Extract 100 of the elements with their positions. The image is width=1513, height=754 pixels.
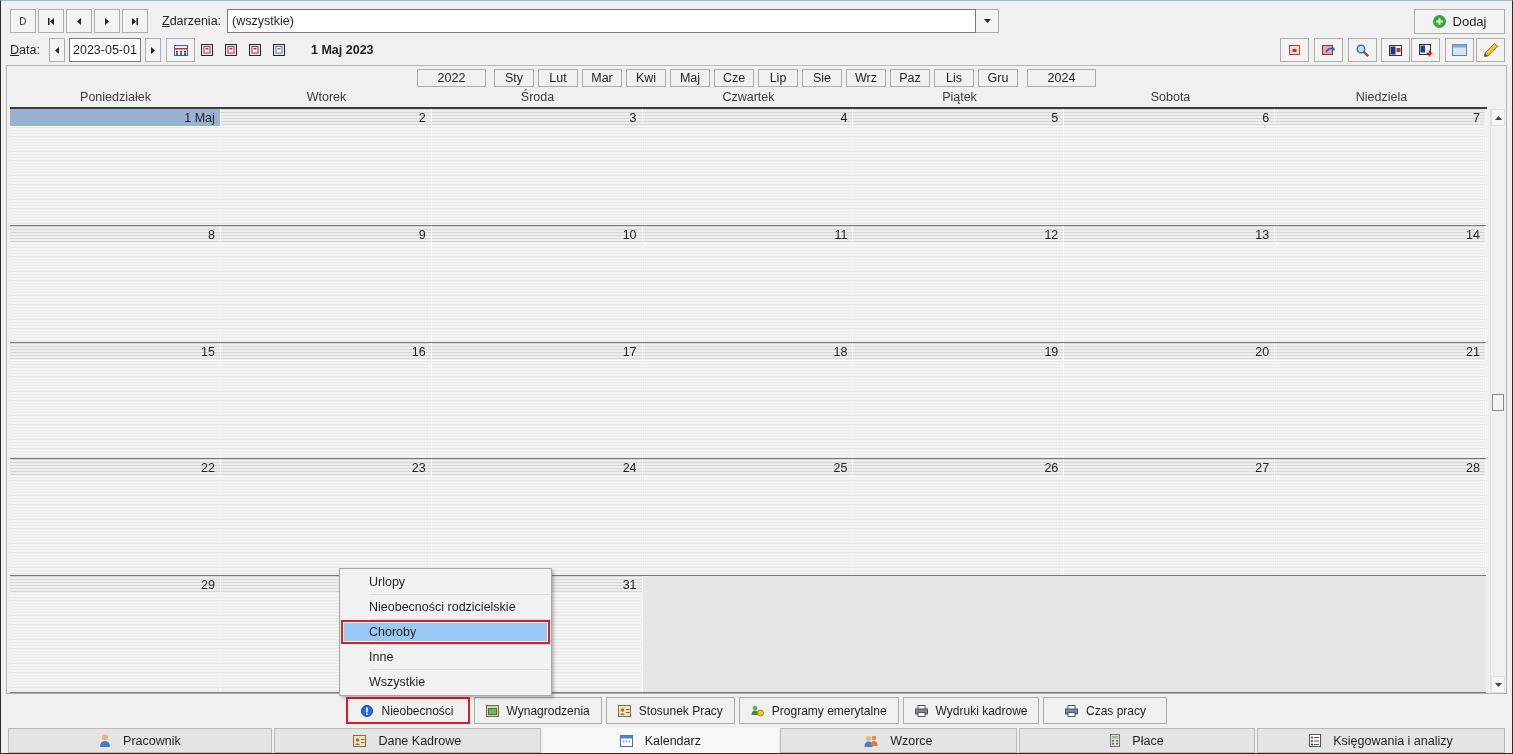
menu-item[interactable]: Choroby (341, 620, 550, 644)
day-cell[interactable]: 28 (1275, 459, 1486, 576)
events-combo[interactable]: (wszystkie) (227, 9, 976, 33)
d-shape-icon (20, 17, 26, 25)
month-button[interactable]: Lip (758, 69, 798, 87)
sub-tab[interactable]: Nieobecności (345, 697, 470, 724)
month-button[interactable]: Sty (494, 69, 534, 87)
main-tab[interactable]: Płace (1018, 728, 1255, 753)
calendar-page-icon (273, 44, 285, 56)
day-cell[interactable]: 14 (1275, 225, 1486, 342)
day-header: 28 (1275, 459, 1485, 478)
year-button[interactable]: 2022 (417, 69, 486, 87)
month-button[interactable]: Cze (714, 69, 754, 87)
month-button[interactable]: Wrz (846, 69, 886, 87)
caret-down-icon (1494, 682, 1502, 687)
day-cell[interactable]: 26 (853, 459, 1065, 576)
day-cell[interactable]: 4 (642, 109, 854, 225)
day-cell[interactable]: 10 (431, 225, 643, 342)
weekday-label: Poniedziałek (80, 90, 151, 104)
day-cell[interactable]: 12 (853, 225, 1065, 342)
calendar-icon (173, 44, 188, 56)
day-cell[interactable]: 25 (642, 459, 854, 576)
day-cell[interactable]: 17 (431, 342, 643, 459)
month-button[interactable]: Sie (802, 69, 842, 87)
calendar-icon (619, 734, 633, 747)
day-cell[interactable]: 21 (1275, 342, 1486, 459)
menu-item[interactable]: Inne (341, 645, 550, 669)
main-tab[interactable]: Pracownik (8, 728, 272, 753)
day-cell[interactable]: 23 (220, 459, 432, 576)
day-cell[interactable]: 9 (220, 225, 432, 342)
caret-right-icon (105, 17, 109, 25)
day-header: 4 (642, 109, 853, 127)
month-button[interactable]: Mar (582, 69, 622, 87)
month-button[interactable]: Maj (670, 69, 710, 87)
menu-item[interactable]: Nieobecności rodzicielskie (341, 595, 550, 619)
sub-tab[interactable]: Czas pracy (1043, 697, 1168, 724)
scrollbar-thumb[interactable] (1492, 393, 1504, 411)
main-tab[interactable]: Wzorce (779, 728, 1017, 753)
person-icon (99, 734, 112, 747)
day-cell[interactable]: 29 (10, 576, 221, 692)
toolbar-button[interactable] (1411, 38, 1440, 62)
date-field[interactable]: 2023-05-01 (69, 38, 141, 62)
caret-down-icon (983, 19, 991, 23)
month-button[interactable]: Lut (538, 69, 578, 87)
day-cell[interactable]: 20 (1064, 342, 1276, 459)
year-button[interactable]: 2024 (1027, 69, 1096, 87)
toolbar-button[interactable] (1314, 38, 1343, 62)
day-cell[interactable]: 8 (10, 225, 221, 342)
toolbar-button[interactable] (1381, 38, 1410, 62)
plus-circle-icon (1432, 14, 1446, 28)
sub-tab[interactable]: Programy emerytalne (738, 697, 899, 724)
main-tab[interactable]: Dane Kadrowe (273, 728, 541, 753)
day-cell[interactable]: 7 (1275, 109, 1486, 225)
day-cell[interactable]: 27 (1064, 459, 1276, 576)
day-cell[interactable]: 16 (220, 342, 432, 459)
menu-item[interactable]: Wszystkie (341, 670, 550, 694)
day-header: 25 (642, 459, 853, 478)
month-button[interactable]: Paz (890, 69, 930, 87)
day-cell[interactable]: 1 Maj (10, 109, 221, 225)
scroll-down-button[interactable] (1491, 676, 1505, 693)
previous-day-button[interactable] (49, 38, 65, 62)
sub-tab[interactable]: Wydruki kadrowe (902, 697, 1040, 724)
caret-up-icon (1494, 115, 1502, 120)
main-tab[interactable]: Księgowania i analizy (1257, 728, 1505, 753)
day-cell[interactable]: 11 (642, 225, 854, 342)
skip-end-icon (132, 17, 138, 25)
day-header: 22 (10, 459, 220, 478)
dropdown-button[interactable] (976, 9, 999, 33)
add-button[interactable]: Dodaj (1414, 8, 1505, 34)
first-button[interactable] (38, 9, 64, 33)
day-cell[interactable]: 13 (1064, 225, 1276, 342)
play-button[interactable] (10, 9, 36, 33)
month-button[interactable]: Lis (934, 69, 974, 87)
previous-button[interactable] (66, 9, 92, 33)
next-day-button[interactable] (145, 38, 161, 62)
scrollbar[interactable] (1490, 109, 1505, 693)
day-cell[interactable]: 5 (853, 109, 1065, 225)
sub-tab[interactable]: Wynagrodzenia (473, 697, 602, 724)
card-icon (1389, 44, 1402, 56)
day-cell[interactable]: 24 (431, 459, 643, 576)
calendar-button[interactable] (166, 38, 195, 62)
day-cell[interactable]: 19 (853, 342, 1065, 459)
day-cell[interactable]: 2 (220, 109, 432, 225)
month-button[interactable]: Kwi (626, 69, 666, 87)
main-tab[interactable]: Kalendarz (542, 728, 778, 753)
day-cell[interactable]: 3 (431, 109, 643, 225)
sub-tab[interactable]: Stosunek Pracy (605, 697, 735, 724)
day-header: 1 Maj (10, 109, 220, 127)
day-cell[interactable]: 22 (10, 459, 221, 576)
weekday-label: Sobota (1150, 90, 1191, 104)
caret-left-icon (55, 46, 59, 54)
scroll-up-button[interactable] (1491, 109, 1505, 126)
day-cell[interactable]: 15 (10, 342, 221, 459)
month-button[interactable]: Gru (978, 69, 1018, 87)
people-icon (864, 734, 879, 747)
toolbar-button[interactable] (1280, 38, 1309, 62)
day-cell[interactable]: 18 (642, 342, 854, 459)
day-cell[interactable]: 6 (1064, 109, 1276, 225)
last-button[interactable] (122, 9, 148, 33)
next-button[interactable] (94, 9, 120, 33)
